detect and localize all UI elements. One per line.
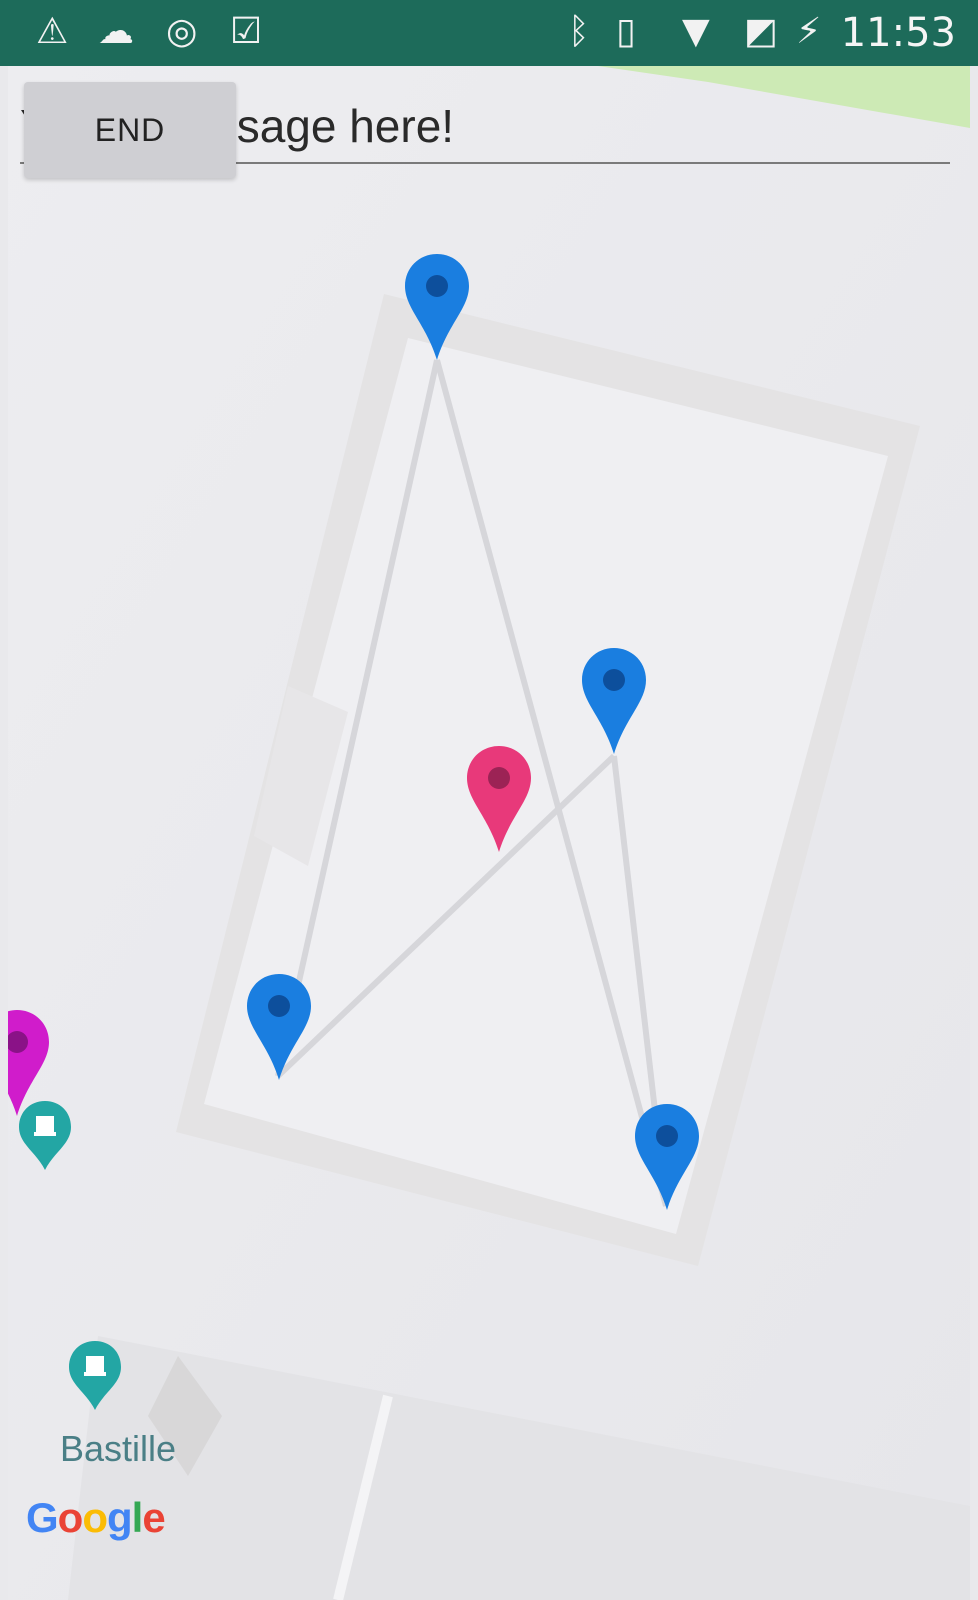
bluetooth-icon: ᛒ (568, 11, 590, 52)
google-logo: Google (26, 1494, 166, 1541)
clock: 11:53 (840, 10, 956, 56)
cloud-icon: ☁ (98, 11, 134, 52)
battery-charging-icon: ⚡ (796, 11, 822, 52)
task-check-icon: ☑ (230, 11, 263, 52)
poi-label-bastille: Bastille (60, 1428, 177, 1469)
wifi-icon: ▼ (682, 11, 710, 52)
route-marker-2[interactable] (581, 646, 647, 756)
route-marker-1[interactable] (404, 252, 470, 362)
map-view[interactable] (8, 66, 970, 1600)
poi-marker-monument[interactable] (18, 1100, 72, 1172)
route-marker-4[interactable] (634, 1102, 700, 1212)
warning-icon: ⚠ (36, 11, 69, 52)
end-button[interactable]: END (24, 82, 236, 178)
center-marker[interactable] (466, 744, 532, 854)
route-marker-3[interactable] (246, 972, 312, 1082)
poi-marker-bastille[interactable] (68, 1340, 122, 1412)
message-input-text: sage here! (236, 100, 455, 152)
location-target-icon: ◎ (166, 11, 198, 52)
no-sim-icon: ◩ (744, 11, 779, 52)
status-bar: ⚠ ☁ ◎ ☑ ᛒ ▯ ▼ ◩ ⚡ 11:53 (0, 0, 978, 66)
vibrate-icon: ▯ (616, 11, 636, 52)
